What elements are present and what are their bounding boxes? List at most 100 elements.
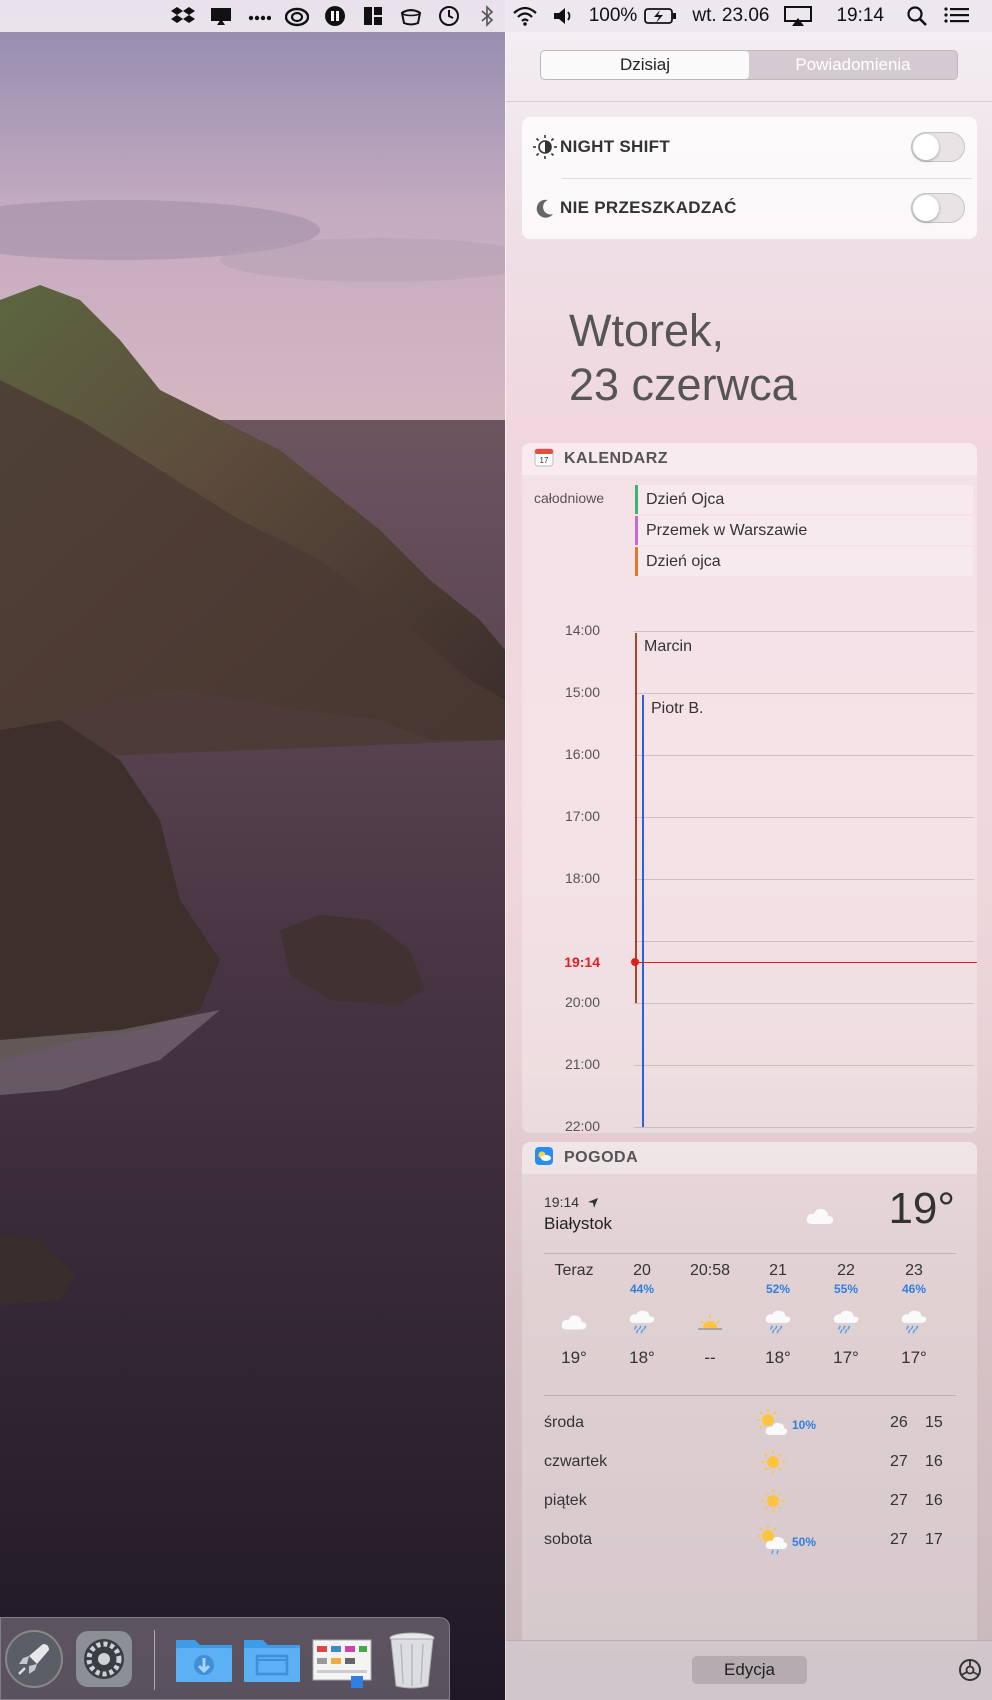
hourly-precip: 55% [833, 1282, 859, 1296]
gear-icon[interactable] [957, 1657, 983, 1688]
menu-bar: 100% wt. 23.06 19:14 [0, 0, 992, 32]
cloud-icon [544, 1302, 604, 1342]
weather-divider [544, 1395, 956, 1396]
toggles-widget: NIGHT SHIFT NIE PRZESZKADZAĆ [522, 117, 977, 239]
hourly-label: 22 [837, 1262, 855, 1279]
daily-forecast-row: czwartek 27 16 [544, 1445, 956, 1481]
calendar-widget-header[interactable]: 17 KALENDARZ [522, 443, 977, 475]
night-shift-toggle[interactable] [911, 132, 965, 162]
event-title-marcin[interactable]: Marcin [644, 638, 692, 656]
hourly-precip: 46% [901, 1282, 927, 1296]
battery-percentage[interactable]: 100% [582, 0, 645, 32]
layout-icon[interactable] [354, 0, 392, 32]
event-bar-marcin[interactable] [635, 633, 637, 1003]
hourly-label: Teraz [554, 1262, 594, 1279]
hourly-forecast-item: 20:58 -- [680, 1262, 740, 1368]
tab-today[interactable]: Dzisiaj [541, 51, 749, 79]
allday-event-3[interactable]: Dzień ojca [635, 547, 973, 576]
time-machine-icon[interactable] [430, 0, 468, 32]
daily-forecast-row: środa 10% 26 15 [544, 1406, 956, 1442]
hour-line [634, 817, 974, 818]
daily-day: środa [544, 1414, 585, 1431]
hourly-precip [544, 1282, 604, 1300]
allday-event-2[interactable]: Przemek w Warszawie [635, 516, 973, 545]
spotlight-icon[interactable] [898, 0, 936, 32]
more-dots-icon[interactable] [240, 0, 278, 32]
weather-widget-header[interactable]: POGODA [522, 1142, 977, 1174]
dropbox-icon[interactable] [164, 0, 202, 32]
do-not-disturb-row: NIE PRZESZKADZAĆ [522, 178, 977, 238]
hour-label: 15:00 [564, 684, 600, 700]
weather-location-time: 19:14 [544, 1194, 599, 1210]
location-arrow-icon [583, 1194, 599, 1210]
hourly-precip: 44% [629, 1282, 655, 1296]
hourly-precip: 52% [765, 1282, 791, 1296]
current-time-dot [631, 958, 639, 966]
edit-button[interactable]: Edycja [692, 1656, 807, 1684]
sunset-icon [680, 1302, 740, 1342]
menubar-date[interactable]: wt. 23.06 [685, 0, 776, 32]
sun-icon [756, 1486, 790, 1521]
hour-line [634, 1127, 974, 1128]
daily-high: 26 [890, 1414, 908, 1431]
date-line: 23 czerwca [569, 359, 797, 410]
launchpad-icon[interactable] [3, 1628, 65, 1690]
event-bar-piotr[interactable] [642, 695, 644, 1127]
toggle-knob [913, 195, 939, 221]
hourly-label: 20 [633, 1262, 651, 1279]
hourly-precip [680, 1282, 740, 1300]
hour-line [634, 1065, 974, 1066]
daily-precip: 50% [792, 1535, 817, 1549]
current-time-line [634, 962, 977, 963]
creative-cloud-icon[interactable] [278, 0, 316, 32]
tab-notifications[interactable]: Powiadomienia [749, 51, 957, 79]
daily-high: 27 [890, 1453, 908, 1470]
svg-text:17: 17 [540, 456, 549, 465]
rain-icon [884, 1302, 944, 1342]
hourly-temp: 17° [901, 1348, 927, 1367]
hourly-forecast-item: 23 46% 17° [884, 1262, 944, 1368]
menubar-clock[interactable]: 19:14 [820, 0, 898, 32]
screenshots-stack-icon[interactable] [311, 1628, 373, 1690]
cloudapp-icon[interactable] [202, 0, 240, 32]
rain-icon [612, 1302, 672, 1342]
night-shift-row: NIGHT SHIFT [522, 117, 977, 177]
sun-rain-icon [756, 1525, 790, 1560]
folder-icon[interactable] [241, 1628, 303, 1690]
daily-day: czwartek [544, 1453, 608, 1470]
hourly-forecast-item: Teraz 19° [544, 1262, 604, 1368]
weather-city: Białystok [544, 1214, 613, 1233]
event-title-piotr[interactable]: Piotr B. [651, 700, 703, 718]
hour-line [634, 631, 974, 632]
daily-day: piątek [544, 1492, 587, 1509]
hour-line [634, 693, 974, 694]
pause-icon[interactable] [316, 0, 354, 32]
dock-separator [154, 1630, 155, 1690]
sun-icon [756, 1447, 790, 1482]
hour-line [634, 755, 974, 756]
wallpaper-landscape [0, 0, 505, 1700]
volume-icon[interactable] [544, 0, 582, 32]
moon-icon [530, 197, 560, 219]
trash-icon[interactable] [381, 1628, 443, 1690]
hourly-temp: -- [704, 1348, 716, 1367]
hourly-label: 23 [905, 1262, 923, 1279]
downloads-folder-icon[interactable] [173, 1628, 235, 1690]
hourly-forecast-item: 22 55% 17° [816, 1262, 876, 1368]
notification-center-icon[interactable] [936, 0, 978, 32]
do-not-disturb-toggle[interactable] [911, 193, 965, 223]
hour-line [634, 1003, 974, 1004]
allday-event-1[interactable]: Dzień Ojca [635, 485, 973, 514]
bluetooth-icon[interactable] [468, 0, 506, 32]
night-shift-label: NIGHT SHIFT [560, 137, 671, 156]
today-date-heading: Wtorek, 23 czerwca [569, 304, 797, 412]
dock [0, 1617, 450, 1700]
airplay-icon[interactable] [776, 0, 820, 32]
battery-charging-icon[interactable] [644, 0, 685, 32]
wifi-icon[interactable] [506, 0, 544, 32]
coffee-cup-icon[interactable] [392, 0, 430, 32]
cloud-icon [805, 1206, 835, 1231]
hourly-temp: 19° [561, 1348, 587, 1367]
system-preferences-icon[interactable] [73, 1628, 135, 1690]
hourly-temp: 18° [629, 1348, 655, 1367]
